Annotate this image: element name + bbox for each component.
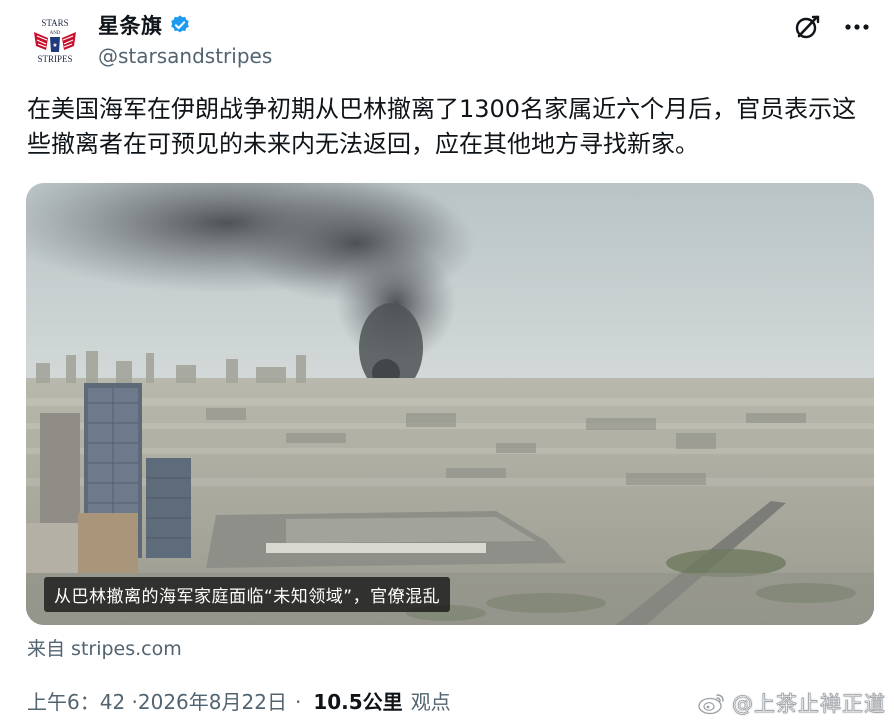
weibo-watermark: @上茶止禅正道 bbox=[698, 688, 886, 718]
avatar-text-3: STRIPES bbox=[37, 54, 72, 64]
author-handle[interactable]: @starsandstripes bbox=[98, 44, 272, 68]
more-icon[interactable] bbox=[842, 12, 872, 42]
author-avatar[interactable]: STARS AND ★ STRIPES bbox=[26, 12, 84, 70]
stars-and-stripes-logo: STARS AND ★ STRIPES bbox=[34, 18, 76, 64]
views-label: 观点 bbox=[410, 690, 451, 714]
grok-icon[interactable] bbox=[792, 12, 822, 42]
author-display-name[interactable]: 星条旗 bbox=[98, 10, 163, 40]
tweet-card: STARS AND ★ STRIPES 星条旗 @starsandstripes bbox=[0, 0, 894, 728]
avatar-text-1: STARS bbox=[41, 18, 68, 28]
verified-badge-icon bbox=[169, 14, 191, 36]
author-name-row[interactable]: 星条旗 bbox=[98, 10, 191, 40]
views-count: 10.5公里 bbox=[313, 690, 403, 714]
link-source[interactable]: 来自 stripes.com bbox=[27, 634, 182, 661]
watermark-text: @上茶止禅正道 bbox=[732, 692, 886, 717]
tweet-meta: 上午6：42 ·2026年8月22日 · 10.5公里 观点 bbox=[27, 686, 451, 715]
avatar-text-2: AND bbox=[50, 31, 61, 36]
svg-text:★: ★ bbox=[52, 42, 57, 49]
weibo-icon bbox=[698, 691, 726, 715]
timestamp[interactable]: 上午6：42 ·2026年8月22日 bbox=[27, 686, 287, 715]
top-actions bbox=[792, 12, 872, 42]
tweet-text: 在美国海军在伊朗战争初期从巴林撤离了1300名家属近六个月后，官员表示这些撤离者… bbox=[27, 95, 857, 158]
city-smoke-photo bbox=[26, 183, 874, 625]
tweet-media-image[interactable] bbox=[26, 183, 874, 625]
meta-separator: · bbox=[294, 690, 302, 714]
media-caption: 从巴林撤离的海军家庭面临“未知领域”，官僚混乱 bbox=[44, 577, 451, 612]
